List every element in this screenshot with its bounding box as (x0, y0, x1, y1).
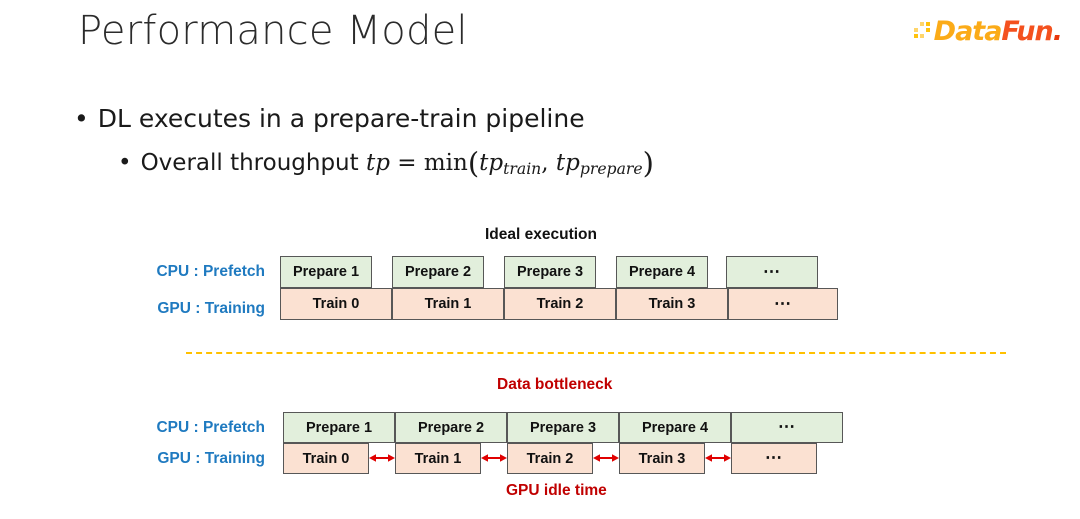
formula-comma: , (541, 150, 549, 177)
cell-train-0-ideal[interactable]: Train 0 (280, 288, 392, 320)
cell-train-more-ideal[interactable]: ⋯ (728, 288, 838, 320)
ellipsis-icon: ⋯ (778, 417, 796, 437)
idle-gap-arrow-icon-2 (481, 454, 507, 462)
logo-text-dot: . (1052, 15, 1063, 47)
formula-equals: = (397, 150, 417, 177)
formula-arg2-base: tp (555, 150, 580, 177)
datafun-logo: DataFun. (913, 14, 1063, 48)
formula-min-fn: min (423, 150, 468, 177)
cell-train-1-ideal[interactable]: Train 1 (392, 288, 504, 320)
formula-arg1-sub: train (503, 159, 542, 179)
cell-prepare-3-bottleneck[interactable]: Prepare 3 (507, 412, 619, 443)
cell-train-0-bottleneck[interactable]: Train 0 (283, 443, 369, 474)
cell-prepare-3-ideal[interactable]: Prepare 3 (504, 256, 596, 288)
bullet-marker-icon: • (74, 104, 89, 133)
idle-gap-arrow-icon-3 (593, 454, 619, 462)
diagram-note-gpu-idle-time: GPU idle time (506, 482, 607, 499)
ellipsis-icon: ⋯ (765, 448, 783, 468)
formula-lhs: tp (365, 150, 390, 177)
row-label-cpu-prefetch-bottleneck: CPU : Prefetch (156, 419, 265, 436)
section-divider (186, 352, 1006, 354)
ellipsis-icon: ⋯ (763, 261, 781, 281)
throughput-formula: tp = min(tptrain, tpprepare) (365, 146, 654, 180)
row-label-cpu-prefetch-ideal: CPU : Prefetch (156, 263, 265, 280)
logo-text-fun: Fun (1001, 15, 1053, 47)
cell-prepare-1-ideal[interactable]: Prepare 1 (280, 256, 372, 288)
cell-train-1-bottleneck[interactable]: Train 1 (395, 443, 481, 474)
bullet-marker-icon: • (118, 150, 132, 177)
page-title: Performance Model (78, 8, 468, 54)
diagram-caption-bottleneck: Data bottleneck (497, 376, 613, 393)
formula-close-paren: ) (642, 146, 654, 180)
cell-train-3-ideal[interactable]: Train 3 (616, 288, 728, 320)
cell-prepare-2-bottleneck[interactable]: Prepare 2 (395, 412, 507, 443)
row-label-gpu-training-ideal: GPU : Training (157, 300, 265, 317)
formula-arg2-sub: prepare (579, 159, 643, 179)
cell-train-2-ideal[interactable]: Train 2 (504, 288, 616, 320)
diagram-caption-ideal: Ideal execution (485, 226, 597, 243)
cell-prepare-more-bottleneck[interactable]: ⋯ (731, 412, 843, 443)
cell-train-3-bottleneck[interactable]: Train 3 (619, 443, 705, 474)
row-label-gpu-training-bottleneck: GPU : Training (157, 450, 265, 467)
formula-open-paren: ( (467, 146, 480, 180)
bullet-level1-text: DL executes in a prepare-train pipeline (97, 104, 585, 133)
logo-text-data: Data (933, 15, 1003, 47)
ellipsis-icon: ⋯ (774, 293, 792, 313)
cell-train-2-bottleneck[interactable]: Train 2 (507, 443, 593, 474)
bullet-level2-text: Overall throughput (140, 150, 366, 177)
formula-arg1-base: tp (479, 150, 504, 177)
cell-prepare-more-ideal[interactable]: ⋯ (726, 256, 818, 288)
cell-prepare-1-bottleneck[interactable]: Prepare 1 (283, 412, 395, 443)
bullet-level2: • Overall throughput tp = min(tptrain, tp… (118, 146, 654, 180)
cell-train-more-bottleneck[interactable]: ⋯ (731, 443, 817, 474)
cell-prepare-4-ideal[interactable]: Prepare 4 (616, 256, 708, 288)
idle-gap-arrow-icon-1 (369, 454, 395, 462)
cell-prepare-4-bottleneck[interactable]: Prepare 4 (619, 412, 731, 443)
logo-pixel-dots-icon (913, 22, 930, 38)
bullet-level1: • DL executes in a prepare-train pipeline (74, 104, 585, 133)
cell-prepare-2-ideal[interactable]: Prepare 2 (392, 256, 484, 288)
idle-gap-arrow-icon-4 (705, 454, 731, 462)
